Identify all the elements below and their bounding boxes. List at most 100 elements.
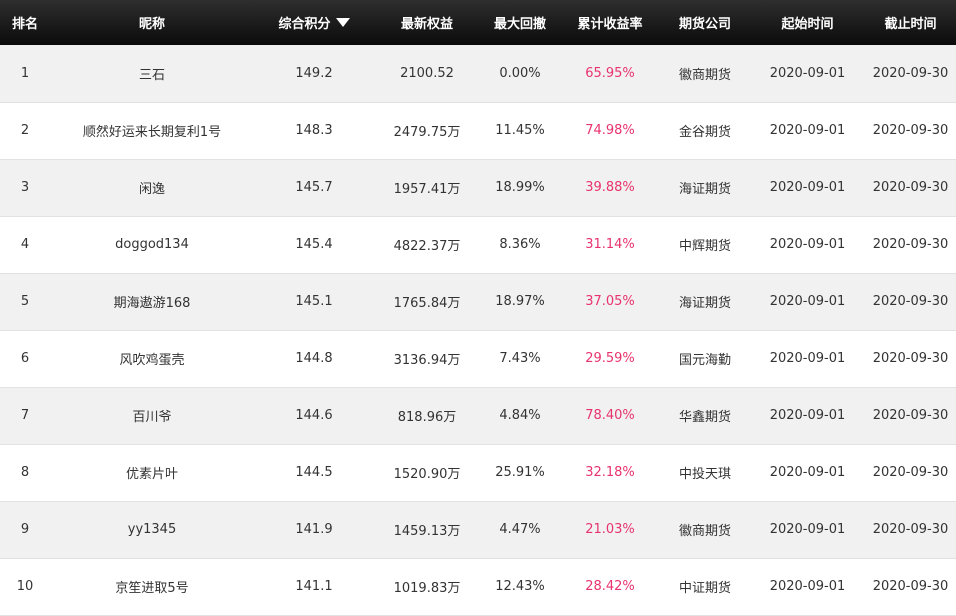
table-row: 9 yy1345 141.9 1459.13万 4.47% 21.03% 徽商期…	[0, 501, 956, 558]
table-header-row: 排名 昵称 综合积分 最新权益 最大回撤 累计收益率 期货公司 起始时间 截止时…	[0, 0, 956, 45]
cell-start: 2020-09-01	[769, 123, 846, 138]
cell-end: 2020-09-30	[872, 237, 949, 252]
cell-rank: 10	[16, 579, 34, 594]
cell-score: 144.8	[295, 351, 333, 366]
cell-start: 2020-09-01	[769, 180, 846, 195]
cell-company: 中证期货	[678, 581, 731, 596]
cell-drawdown: 18.97%	[495, 294, 545, 309]
cell-drawdown: 4.84%	[499, 408, 541, 423]
cell-nickname: 顺然好运来长期复利1号	[82, 125, 222, 140]
cell-equity: 818.96万	[397, 410, 457, 425]
cell-drawdown: 18.99%	[495, 180, 545, 195]
cell-nickname: doggod134	[115, 237, 189, 252]
cell-company: 中投天琪	[678, 467, 731, 482]
cell-equity: 1019.83万	[393, 581, 461, 596]
cell-nickname: 风吹鸡蛋壳	[119, 353, 185, 368]
cell-yield: 78.40%	[585, 408, 635, 423]
cell-rank: 3	[20, 180, 30, 195]
header-start-label: 起始时间	[781, 17, 834, 32]
cell-yield: 28.42%	[585, 579, 635, 594]
cell-nickname: 百川爷	[132, 410, 172, 425]
cell-yield: 65.95%	[585, 65, 635, 81]
cell-rank: 2	[20, 123, 30, 138]
cell-end: 2020-09-30	[872, 351, 949, 366]
header-drawdown: 最大回撤	[480, 0, 560, 45]
cell-drawdown: 11.45%	[495, 123, 545, 138]
cell-yield: 21.03%	[585, 522, 635, 537]
header-rank-label: 排名	[11, 17, 38, 32]
header-drawdown-label: 最大回撤	[493, 17, 546, 32]
cell-rank: 1	[20, 65, 30, 81]
header-yield-label: 累计收益率	[577, 17, 643, 32]
cell-equity: 1957.41万	[393, 182, 461, 197]
cell-rank: 5	[20, 294, 30, 309]
header-company-label: 期货公司	[678, 17, 731, 32]
cell-nickname: 京笙进取5号	[115, 581, 189, 596]
table-row: 7 百川爷 144.6 818.96万 4.84% 78.40% 华鑫期货 20…	[0, 387, 956, 444]
cell-end: 2020-09-30	[872, 65, 949, 81]
cell-score: 145.1	[295, 294, 333, 309]
cell-equity: 2479.75万	[393, 125, 461, 140]
cell-nickname: 期海遨游168	[113, 296, 191, 311]
cell-end: 2020-09-30	[872, 522, 949, 537]
cell-score: 145.7	[295, 180, 333, 195]
cell-yield: 32.18%	[585, 465, 635, 480]
header-end: 截止时间	[865, 0, 956, 45]
cell-company: 中辉期货	[678, 239, 731, 254]
header-rank: 排名	[0, 0, 50, 45]
cell-yield: 74.98%	[585, 123, 635, 138]
cell-equity: 4822.37万	[393, 239, 461, 254]
cell-start: 2020-09-01	[769, 579, 846, 594]
cell-drawdown: 12.43%	[495, 579, 545, 594]
cell-nickname: 闲逸	[138, 182, 165, 197]
header-equity: 最新权益	[374, 0, 480, 45]
cell-drawdown: 25.91%	[495, 465, 545, 480]
table-row: 3 闲逸 145.7 1957.41万 18.99% 39.88% 海证期货 2…	[0, 159, 956, 216]
header-equity-label: 最新权益	[400, 17, 453, 32]
cell-start: 2020-09-01	[769, 522, 846, 537]
header-score-sort[interactable]: 综合积分	[254, 0, 374, 45]
cell-company: 海证期货	[678, 182, 731, 197]
cell-yield: 29.59%	[585, 351, 635, 366]
cell-company: 金谷期货	[678, 125, 731, 140]
cell-drawdown: 4.47%	[499, 522, 541, 537]
cell-rank: 8	[20, 465, 30, 480]
cell-score: 145.4	[295, 237, 333, 252]
cell-score: 141.1	[295, 579, 333, 594]
cell-company: 国元海勤	[678, 353, 731, 368]
cell-drawdown: 0.00%	[499, 65, 541, 81]
cell-yield: 37.05%	[585, 294, 635, 309]
cell-rank: 6	[20, 351, 30, 366]
cell-score: 144.5	[295, 465, 333, 480]
triangle-down-icon[interactable]	[335, 18, 350, 27]
cell-equity: 1520.90万	[393, 467, 461, 482]
cell-start: 2020-09-01	[769, 465, 846, 480]
cell-start: 2020-09-01	[769, 294, 846, 309]
cell-end: 2020-09-30	[872, 579, 949, 594]
ranking-table: 排名 昵称 综合积分 最新权益 最大回撤 累计收益率 期货公司 起始时间 截止时…	[0, 0, 956, 616]
cell-rank: 4	[20, 237, 30, 252]
cell-company: 海证期货	[678, 296, 731, 311]
cell-drawdown: 8.36%	[499, 237, 541, 252]
cell-rank: 9	[20, 522, 30, 537]
header-yield: 累计收益率	[560, 0, 660, 45]
header-nickname-label: 昵称	[138, 17, 165, 32]
table-row: 8 优素片叶 144.5 1520.90万 25.91% 32.18% 中投天琪…	[0, 444, 956, 501]
cell-drawdown: 7.43%	[499, 351, 541, 366]
cell-nickname: 三石	[138, 67, 165, 83]
table-row: 10 京笙进取5号 141.1 1019.83万 12.43% 28.42% 中…	[0, 558, 956, 615]
table-row: 4 doggod134 145.4 4822.37万 8.36% 31.14% …	[0, 216, 956, 273]
cell-start: 2020-09-01	[769, 408, 846, 423]
cell-end: 2020-09-30	[872, 408, 949, 423]
cell-rank: 7	[20, 408, 30, 423]
cell-start: 2020-09-01	[769, 237, 846, 252]
cell-equity: 3136.94万	[393, 353, 461, 368]
cell-start: 2020-09-01	[769, 65, 846, 81]
cell-end: 2020-09-30	[872, 180, 949, 195]
header-company: 期货公司	[660, 0, 750, 45]
cell-score: 144.6	[295, 408, 333, 423]
cell-equity: 1765.84万	[393, 296, 461, 311]
cell-score: 141.9	[295, 522, 333, 537]
header-nickname: 昵称	[50, 0, 254, 45]
cell-score: 148.3	[295, 123, 333, 138]
